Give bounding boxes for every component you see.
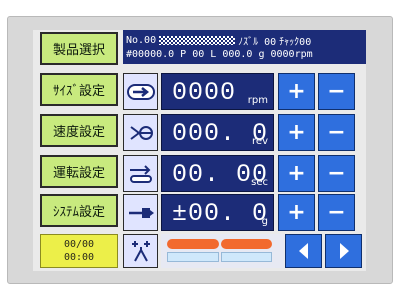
param-row-rotation: 000. 0 rev + − xyxy=(123,114,366,151)
weight-unit: g xyxy=(261,216,268,227)
minus-icon: − xyxy=(327,120,346,145)
progress-segment xyxy=(220,252,272,262)
speed-value-display[interactable]: 0000 rpm xyxy=(161,73,274,110)
timer-icon xyxy=(123,155,158,192)
param-row-time: 00. 00 sec + − xyxy=(123,155,366,192)
weight-minus-button[interactable]: − xyxy=(318,194,355,231)
arrow-right-icon xyxy=(123,73,158,110)
weight-value-display[interactable]: ±00. 0 g xyxy=(161,194,274,231)
plus-icon: + xyxy=(287,79,306,104)
arrow-left-icon xyxy=(298,243,308,259)
arrow-right-triangle-icon xyxy=(339,243,349,259)
weight-plus-button[interactable]: + xyxy=(278,194,315,231)
status-chuck: ﾁｬｯｸ00 xyxy=(279,37,312,48)
progress-bar-orange xyxy=(167,239,274,249)
minus-icon: − xyxy=(327,79,346,104)
minus-icon: − xyxy=(327,161,346,186)
checker-pattern xyxy=(159,36,236,45)
status-number: No.00 xyxy=(126,35,157,46)
menu-size-setting-button[interactable]: ｻｲｽﾞ設定 xyxy=(40,73,118,106)
rotation-minus-button[interactable]: − xyxy=(318,114,355,151)
menu-label: ｼｽﾃﾑ設定 xyxy=(52,205,105,220)
menu-label: ｻｲｽﾞ設定 xyxy=(52,84,105,99)
plus-icon: + xyxy=(287,120,306,145)
menu-product-select-button[interactable]: 製品選択 xyxy=(40,32,118,65)
weight-icon xyxy=(123,194,158,231)
menu-label: 製品選択 xyxy=(52,43,105,58)
progress-segment xyxy=(167,239,219,249)
plus-icon: + xyxy=(287,200,306,225)
rotation-unit: rev xyxy=(252,136,268,147)
progress-segment xyxy=(220,239,272,249)
menu-label: 速度設定 xyxy=(52,125,105,140)
time-value-display[interactable]: 00. 00 sec xyxy=(161,155,274,192)
progress-bar-light xyxy=(167,252,274,262)
rotation-plus-button[interactable]: + xyxy=(278,114,315,151)
previous-button[interactable] xyxy=(285,234,322,268)
touch-screen: 製品選択 ｻｲｽﾞ設定 速度設定 運転設定 ｼｽﾃﾑ設定 00/00 00:00… xyxy=(33,30,366,271)
status-line-2: #00000.0 P 00 L 000.0 g 0000rpm xyxy=(126,49,313,60)
speed-unit: rpm xyxy=(247,95,268,106)
progress-segment xyxy=(167,252,219,262)
menu-system-setting-button[interactable]: ｼｽﾃﾑ設定 xyxy=(40,194,118,227)
status-nozzle: ﾉｽﾞﾙ 00 xyxy=(238,37,277,48)
rotation-icon xyxy=(123,114,158,151)
next-button[interactable] xyxy=(325,234,362,268)
clock-display: 00/00 00:00 xyxy=(40,234,118,268)
param-row-speed: 0000 rpm + − xyxy=(123,73,366,110)
time-plus-button[interactable]: + xyxy=(278,155,315,192)
menu-speed-setting-button[interactable]: 速度設定 xyxy=(40,114,118,147)
param-row-weight: ±00. 0 g + − xyxy=(123,194,366,231)
menu-label: 運転設定 xyxy=(52,166,105,181)
time-unit: sec xyxy=(251,177,268,188)
status-panel: No.00 ﾉｽﾞﾙ 00 ﾁｬｯｸ00 #00000.0 P 00 L 000… xyxy=(123,30,366,64)
status-line-1: No.00 ﾉｽﾞﾙ 00 ﾁｬｯｸ00 xyxy=(126,33,311,48)
progress-panel xyxy=(161,234,284,268)
plus-icon: + xyxy=(287,161,306,186)
tool-icon[interactable] xyxy=(123,234,158,268)
speed-value: 0000 xyxy=(172,78,237,107)
clock-date: 00/00 xyxy=(63,239,95,250)
weight-value: ±00. 0 xyxy=(172,199,269,228)
speed-minus-button[interactable]: − xyxy=(318,73,355,110)
minus-icon: − xyxy=(327,200,346,225)
clock-time: 00:00 xyxy=(63,252,95,263)
menu-operation-setting-button[interactable]: 運転設定 xyxy=(40,155,118,188)
time-minus-button[interactable]: − xyxy=(318,155,355,192)
rotation-value-display[interactable]: 000. 0 rev xyxy=(161,114,274,151)
speed-plus-button[interactable]: + xyxy=(278,73,315,110)
